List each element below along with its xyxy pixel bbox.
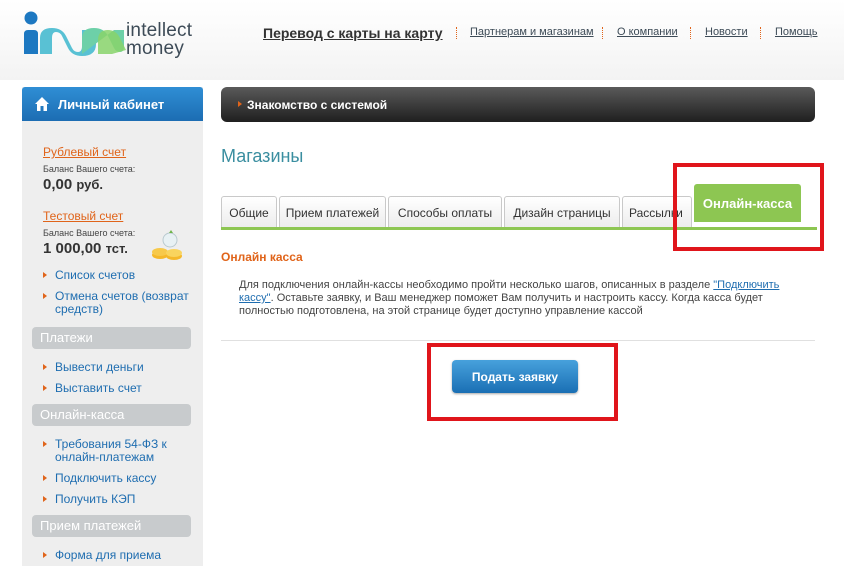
description-text-end: . Оставьте заявку, и Ваш менеджер поможе… [239, 292, 763, 317]
balance-label: Баланс Вашего счета: [43, 164, 136, 174]
sidebar-item-get-kep[interactable]: Получить КЭП [22, 493, 203, 506]
site-header: intellect money Перевод с карты на карту… [0, 0, 844, 80]
description-text-start: Для подключения онлайн-кассы необходимо … [239, 279, 714, 291]
balance-value: 0,00 руб. [43, 176, 203, 193]
nav-help[interactable]: Помощь [775, 26, 818, 38]
nav-separator [690, 27, 691, 39]
tab-payment-methods[interactable]: Способы оплаты [388, 196, 502, 228]
online-kassa-links: Требования 54-ФЗ к онлайн-платежам Подкл… [22, 438, 203, 506]
balance-amount: 1 000,00 [43, 240, 102, 257]
personal-cabinet-title: Личный кабинет [58, 96, 165, 112]
home-icon [35, 97, 49, 111]
nav-separator [760, 27, 761, 39]
payments-links: Вывести деньги Выставить счет [22, 361, 203, 395]
balance-amount: 0,00 [43, 176, 73, 193]
tab-payment-acceptance[interactable]: Прием платежей [279, 196, 386, 228]
account-test-link[interactable]: Тестовый счет [43, 209, 123, 223]
nav-partners[interactable]: Партнерам и магазинам [470, 26, 594, 38]
intro-panel-bar[interactable]: Знакомство с системой [221, 87, 815, 122]
intro-panel-title: Знакомство с системой [247, 97, 388, 112]
sidebar-item-cancel-accounts[interactable]: Отмена счетов (возврат средств) [22, 290, 203, 316]
account-ruble: Рублевый счет Баланс Вашего счета: 0,00 … [22, 143, 203, 193]
balance-currency: руб. [76, 177, 104, 192]
sidebar: Личный кабинет Рублевый счет Баланс Ваше… [22, 87, 203, 566]
nav-card-to-card[interactable]: Перевод с карты на карту [263, 25, 443, 41]
tab-page-design[interactable]: Дизайн страницы [504, 196, 620, 228]
sidebar-item-issue-invoice[interactable]: Выставить счет [22, 382, 203, 395]
brand-line-2: money [126, 38, 185, 59]
sidebar-section-payments: Платежи [32, 327, 191, 349]
highlight-box-tab [673, 163, 824, 251]
sidebar-section-payment-acceptance: Прием платежей [32, 515, 191, 537]
sidebar-item-withdraw[interactable]: Вывести деньги [22, 361, 203, 374]
sidebar-item-connect-kassa[interactable]: Подключить кассу [22, 472, 203, 485]
sidebar-item-accounts-list[interactable]: Список счетов [22, 269, 203, 282]
sidebar-item-payment-form[interactable]: Форма для приема [22, 549, 203, 562]
arrow-right-icon [238, 101, 242, 107]
online-kassa-heading: Онлайн касса [221, 250, 303, 264]
balance-currency: тст. [105, 241, 128, 256]
sidebar-item-54fz-requirements[interactable]: Требования 54-ФЗ к онлайн-платежам [22, 438, 172, 464]
nav-news[interactable]: Новости [705, 26, 748, 38]
personal-cabinet-header[interactable]: Личный кабинет [22, 87, 203, 121]
highlight-box-button [427, 343, 618, 421]
nav-separator [602, 27, 603, 39]
online-kassa-description: Для подключения онлайн-кассы необходимо … [239, 279, 811, 318]
coins-icon [152, 230, 182, 260]
nav-separator [456, 27, 457, 39]
tab-general[interactable]: Общие [221, 196, 277, 228]
account-links: Список счетов Отмена счетов (возврат сре… [22, 269, 203, 316]
payment-acceptance-links: Форма для приема [22, 549, 203, 562]
divider [221, 340, 815, 341]
brand-wordmark: intellect money [126, 21, 192, 59]
nav-about[interactable]: О компании [617, 26, 678, 38]
account-ruble-link[interactable]: Рублевый счет [43, 145, 126, 159]
page-title: Магазины [221, 146, 304, 166]
sidebar-section-online-kassa: Онлайн-касса [32, 404, 191, 426]
